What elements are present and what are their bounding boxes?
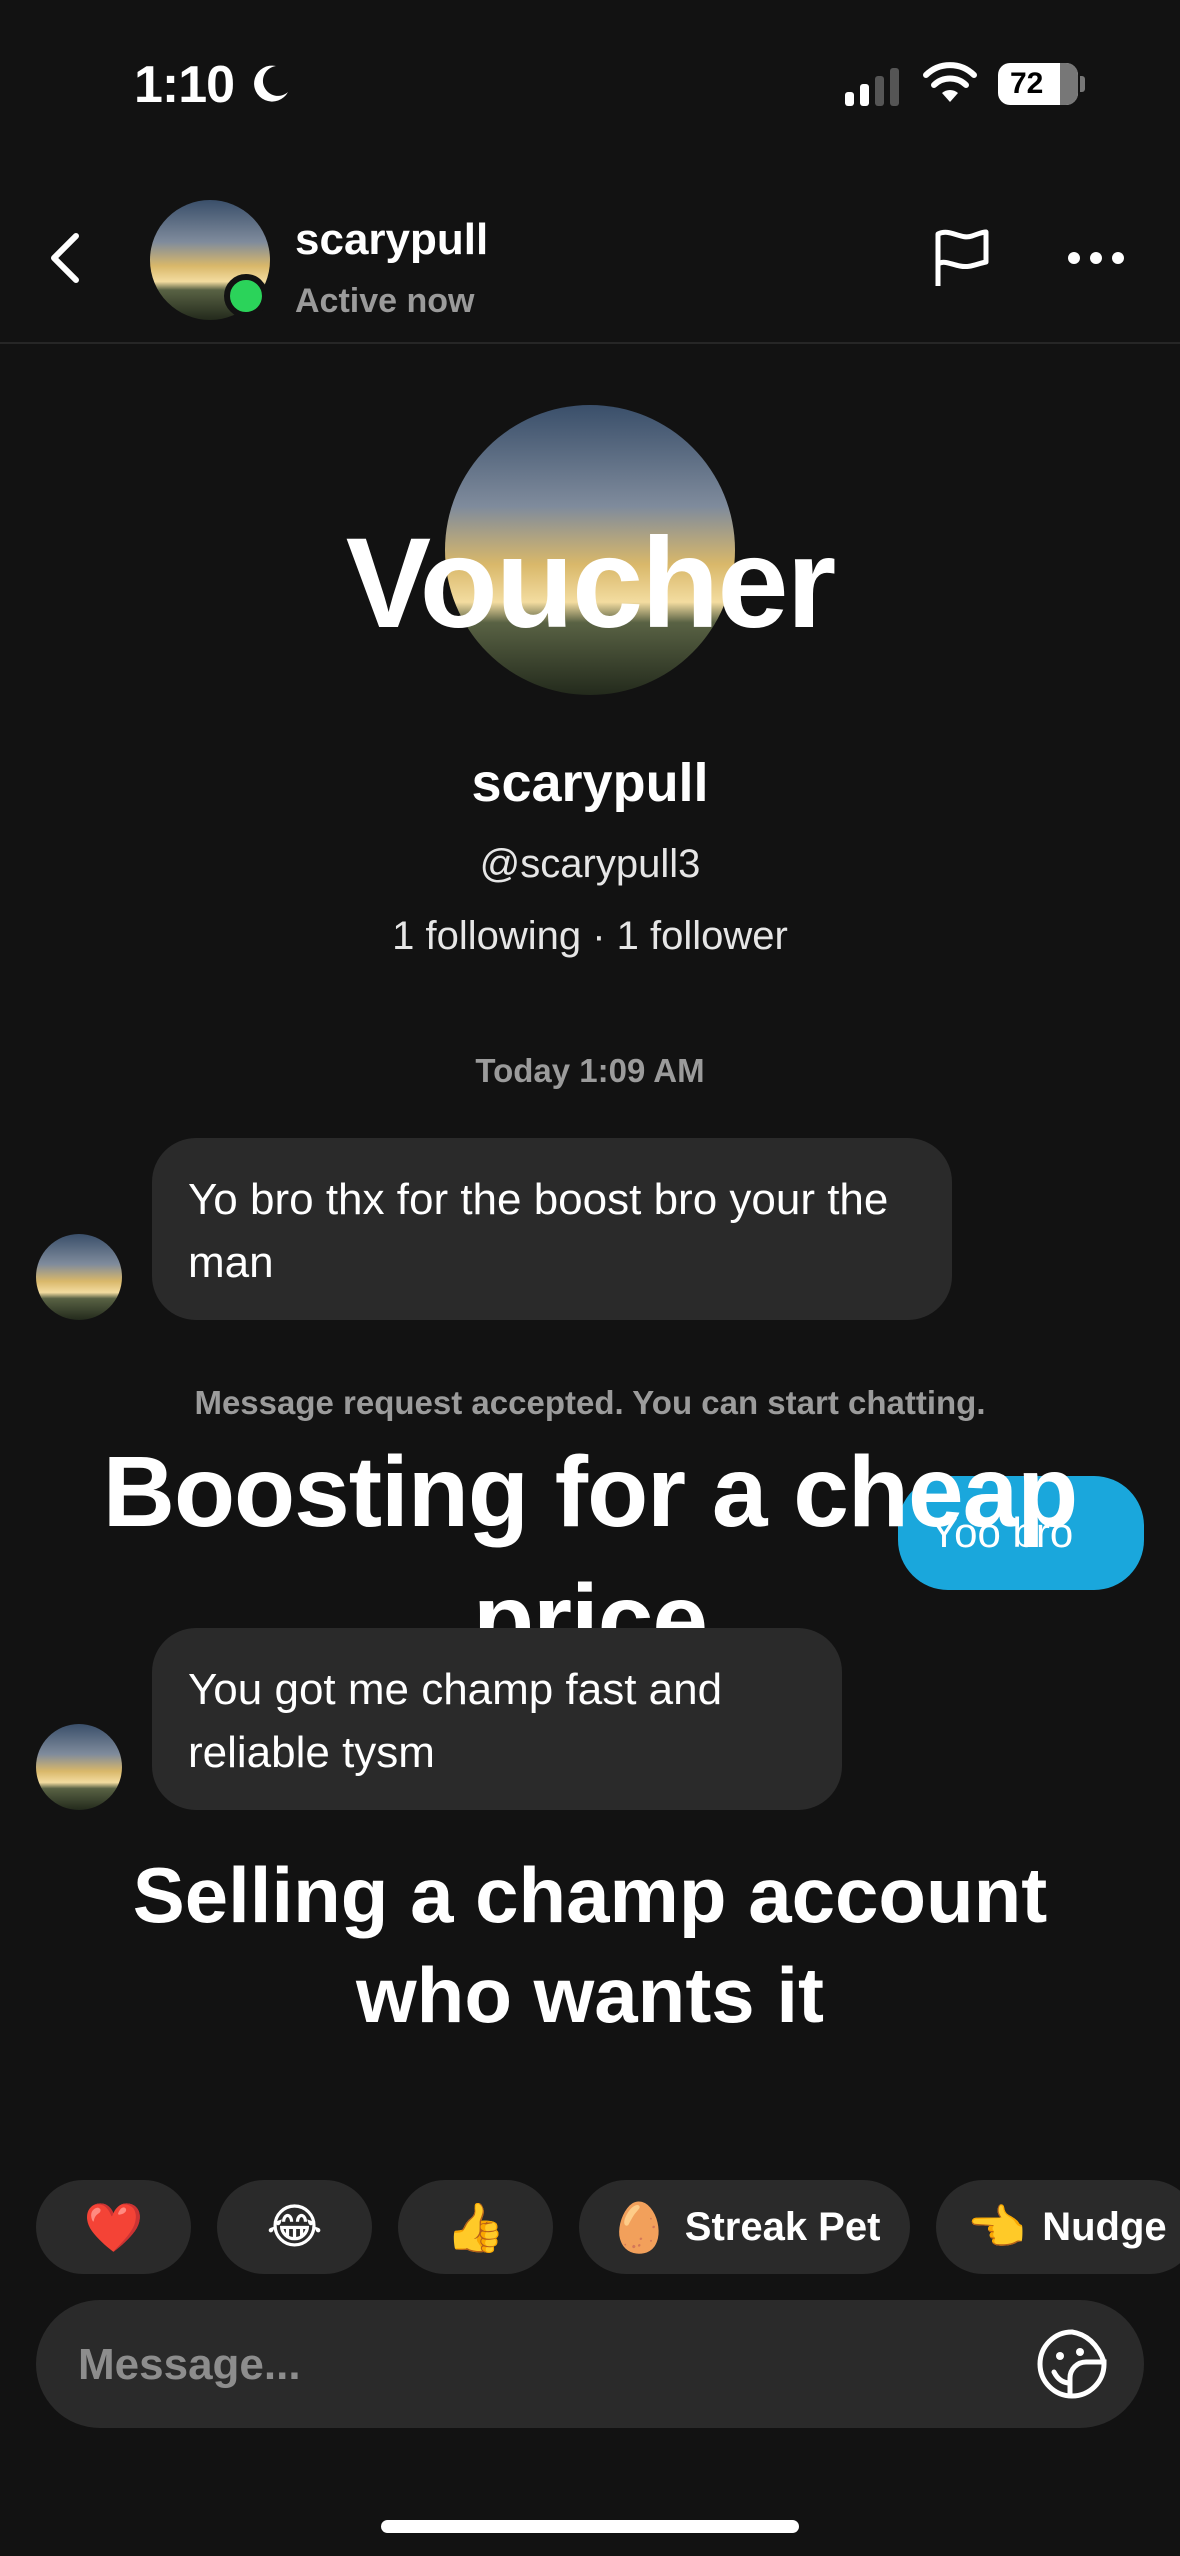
wifi-icon (923, 62, 977, 102)
streak-pet-label: Streak Pet (684, 2204, 881, 2249)
status-time: 1:10 (134, 56, 235, 114)
chevron-left-icon[interactable] (44, 228, 84, 288)
header-active-status: Active now (295, 282, 475, 320)
profile-name: scarypull (471, 753, 709, 813)
message-input[interactable] (76, 2300, 980, 2430)
message-composer (36, 2300, 1144, 2430)
nudge-chip[interactable]: 👈 Nudge (936, 2180, 1180, 2274)
sticker-icon[interactable] (1036, 2328, 1108, 2400)
streak-pet-chip[interactable]: 🥚 Streak Pet (579, 2180, 911, 2274)
home-indicator[interactable] (381, 2520, 799, 2533)
cellular-signal-icon (845, 64, 899, 106)
more-options-icon[interactable] (1066, 246, 1126, 270)
reaction-laugh-chip[interactable]: 😂 (217, 2180, 372, 2274)
header-username[interactable]: scarypull (295, 215, 488, 265)
system-note: Message request accepted. You can start … (194, 1384, 986, 1421)
laughing-face-icon: 😂 (266, 2201, 323, 2254)
chat-timestamp: Today 1:09 AM (475, 1052, 705, 1089)
pointing-hand-icon: 👈 (966, 2201, 1027, 2255)
sender-avatar[interactable] (36, 1724, 122, 1810)
incoming-message-bubble[interactable]: You got me champ fast and reliable tysm (152, 1628, 842, 1810)
battery-empty-portion (1060, 63, 1078, 105)
reaction-thumbs-up-chip[interactable]: 👍 (398, 2180, 553, 2274)
overlay-caption-selling: Selling a champ account who wants it (132, 1851, 1048, 2039)
egg-icon: 🥚 (609, 2201, 669, 2255)
moon-icon (254, 65, 288, 102)
battery-level: 72 (1010, 67, 1044, 100)
sender-avatar[interactable] (36, 1234, 122, 1320)
profile-handle: @scarypull3 (479, 842, 701, 886)
online-status-dot (224, 274, 268, 318)
heart-icon: ❤️ (83, 2201, 144, 2255)
profile-follow-stats: 1 following · 1 follower (392, 914, 788, 958)
battery-indicator: 72 (998, 63, 1078, 105)
quick-reactions-row: ❤️ 😂 👍 🥚 Streak Pet 👈 Nudge (36, 2180, 1180, 2274)
header-divider (0, 342, 1180, 344)
thumbs-up-icon: 👍 (445, 2201, 506, 2255)
nudge-label: Nudge (1042, 2204, 1167, 2249)
reaction-heart-chip[interactable]: ❤️ (36, 2180, 191, 2274)
battery-tip (1080, 76, 1085, 92)
flag-icon[interactable] (930, 228, 992, 290)
incoming-message-bubble[interactable]: Yo bro thx for the boost bro your the ma… (152, 1138, 952, 1320)
overlay-caption-voucher: Voucher (345, 512, 837, 655)
